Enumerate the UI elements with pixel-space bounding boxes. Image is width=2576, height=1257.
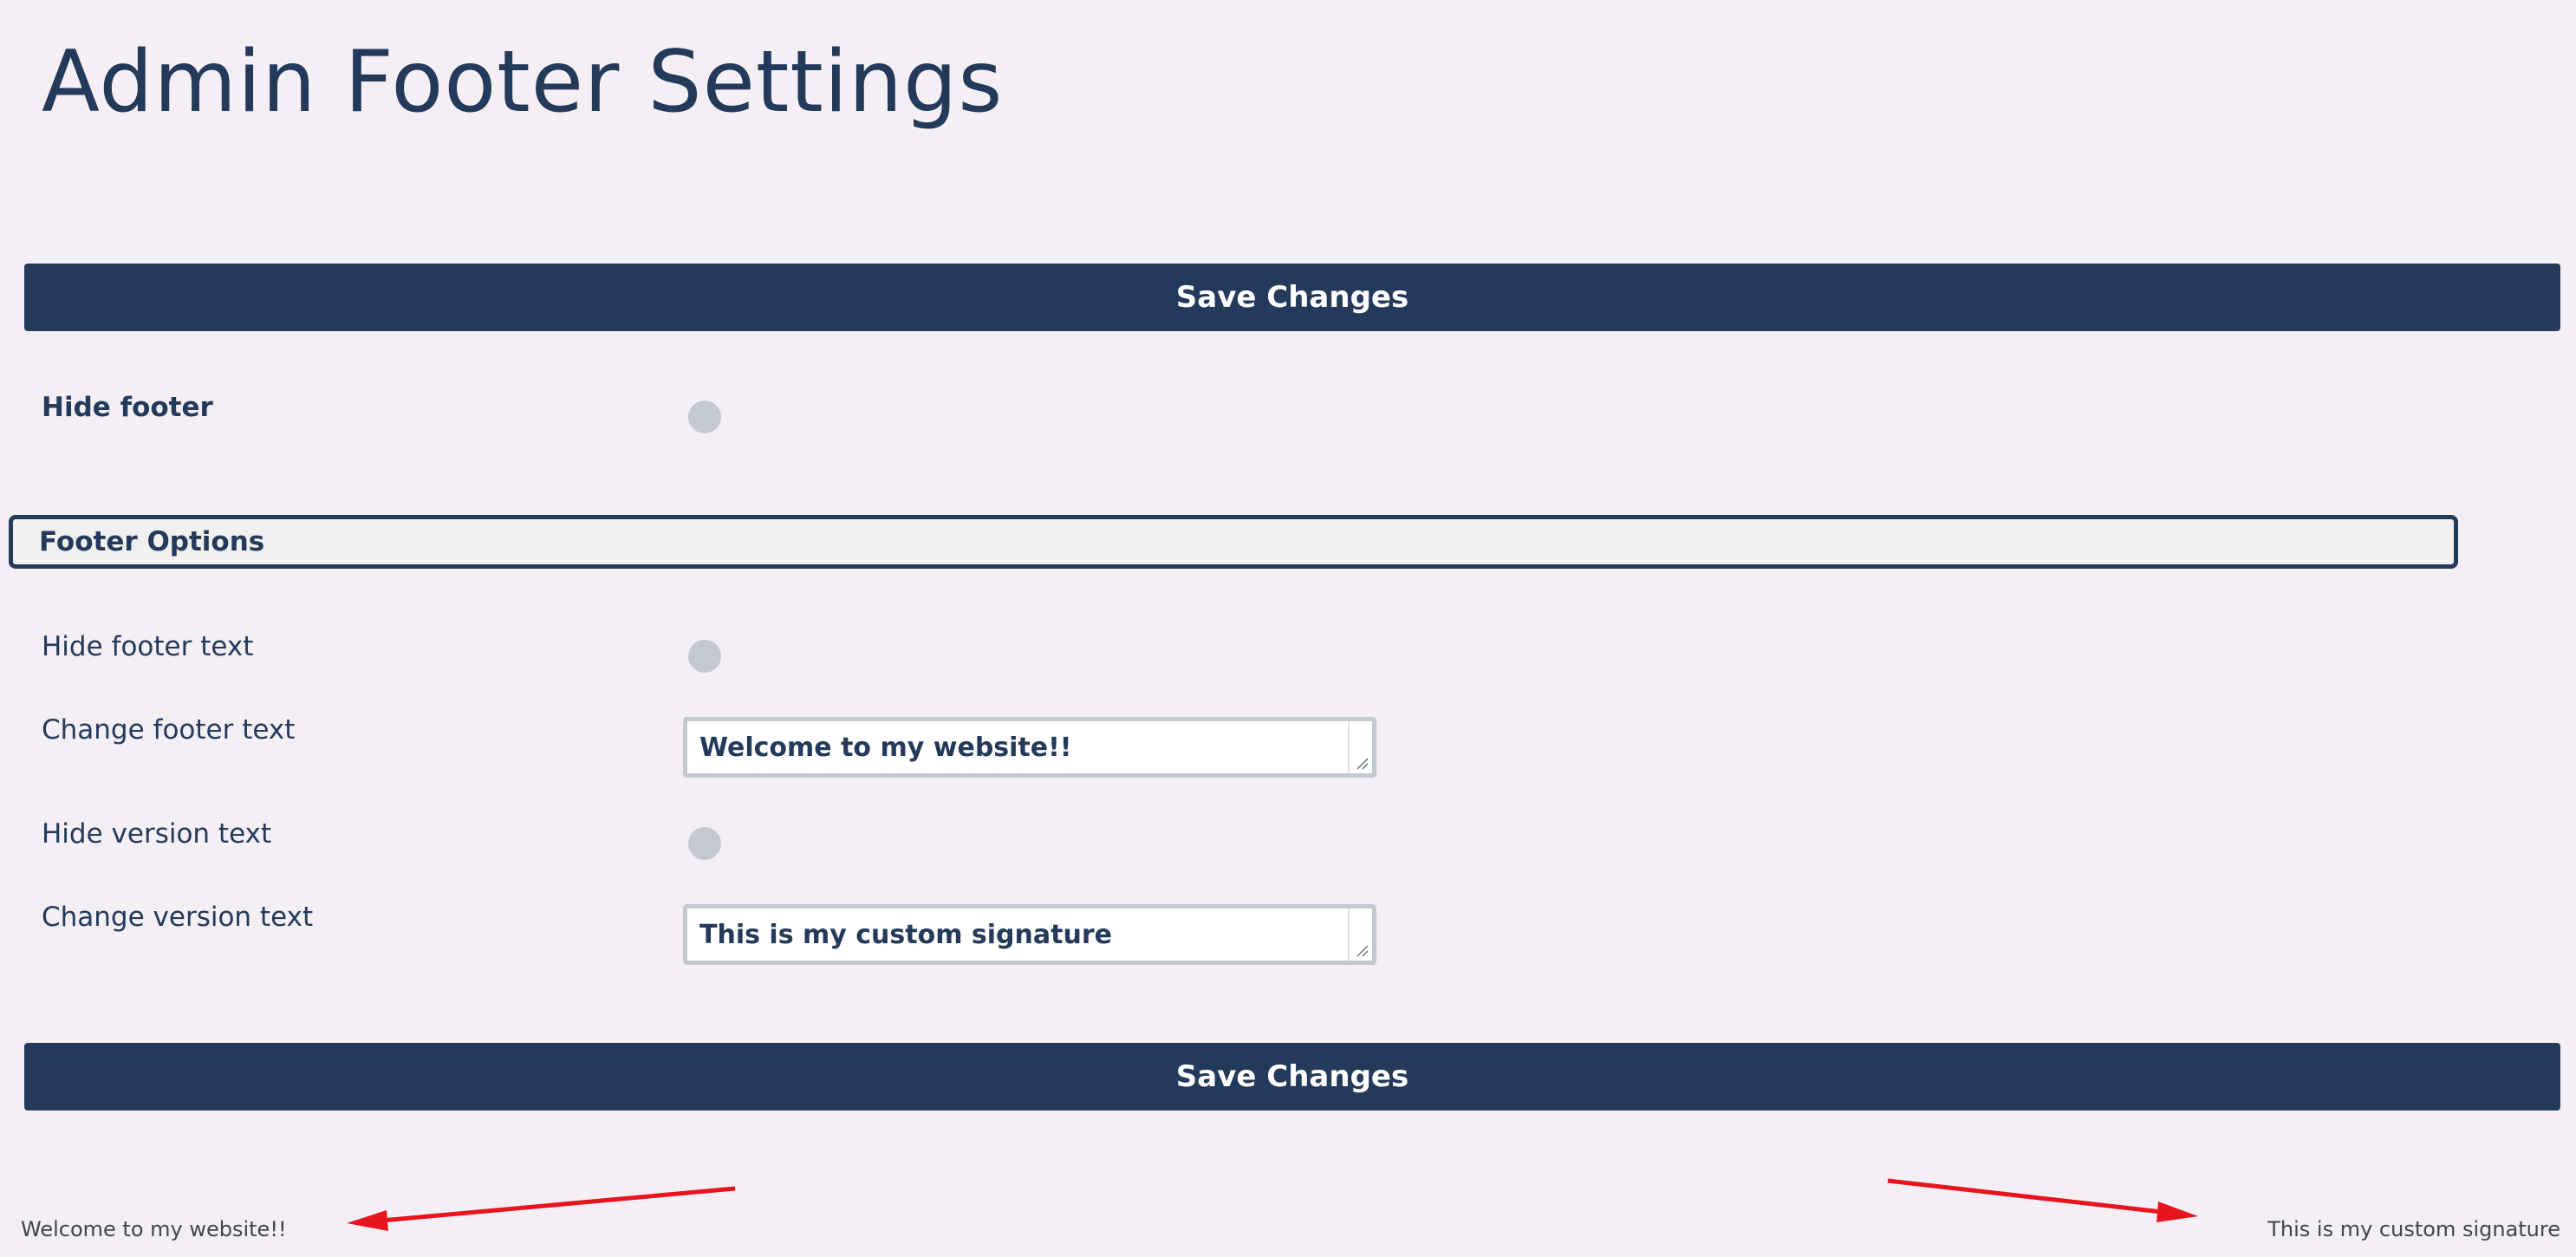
admin-footer-right-text: This is my custom signature (2267, 1217, 2560, 1241)
hide-footer-text-toggle[interactable] (688, 640, 721, 673)
version-text-value: This is my custom signature (699, 919, 1112, 950)
red-arrow-icon (347, 1186, 736, 1231)
footer-text-field[interactable]: Welcome to my website!! (683, 717, 1376, 778)
save-changes-button-bottom[interactable]: Save Changes (24, 1043, 2560, 1110)
footer-text-value: Welcome to my website!! (699, 732, 1072, 763)
red-arrow-icon (1887, 1178, 2198, 1222)
admin-footer-left-text: Welcome to my website!! (21, 1217, 287, 1241)
hide-footer-toggle[interactable] (688, 401, 721, 433)
hide-version-text-toggle[interactable] (688, 827, 721, 860)
change-version-text-label: Change version text (42, 902, 314, 933)
change-footer-text-label: Change footer text (42, 714, 296, 746)
footer-options-title: Footer Options (39, 526, 265, 557)
hide-footer-label: Hide footer (42, 392, 213, 423)
hide-footer-text-label: Hide footer text (42, 631, 254, 662)
save-changes-button-top[interactable]: Save Changes (24, 264, 2560, 331)
resize-grip-icon[interactable] (1355, 756, 1369, 770)
page-title: Admin Footer Settings (42, 33, 1004, 132)
footer-options-section-header[interactable]: Footer Options (9, 515, 2458, 569)
resize-grip-icon[interactable] (1355, 943, 1369, 957)
hide-version-text-label: Hide version text (42, 818, 272, 850)
version-text-field[interactable]: This is my custom signature (683, 904, 1376, 965)
